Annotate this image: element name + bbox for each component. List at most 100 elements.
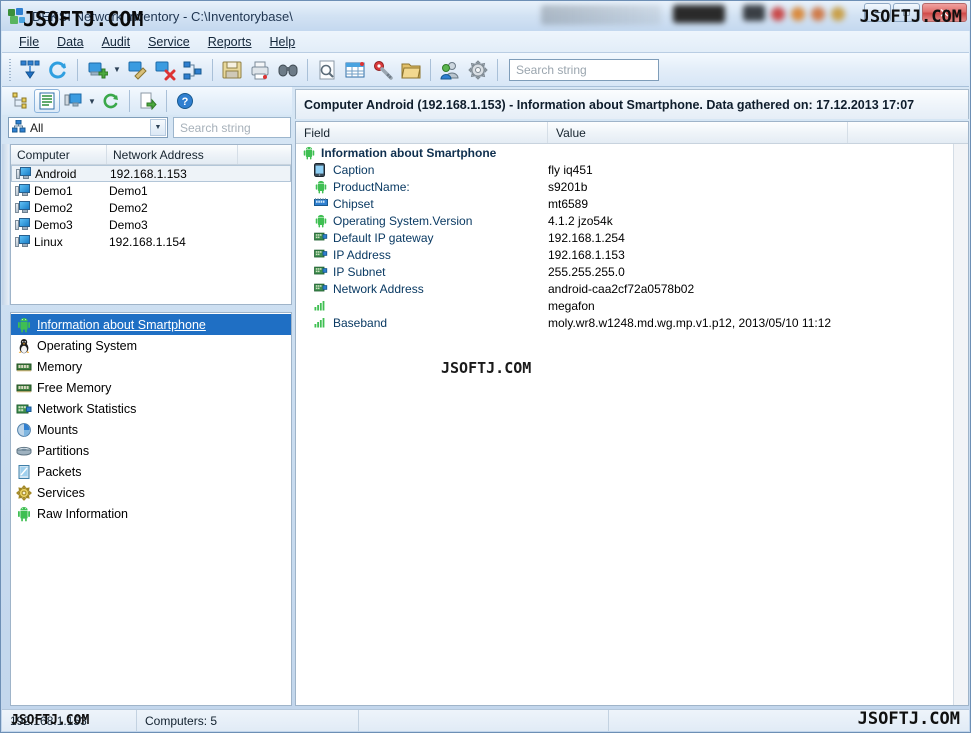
category-item-memory[interactable]: Memory <box>11 356 291 377</box>
category-item-operating-system[interactable]: Operating System <box>11 335 291 356</box>
delete-computer-icon[interactable] <box>151 56 179 84</box>
detail-row[interactable]: IP Address 192.168.1.153 <box>296 246 968 263</box>
detail-row[interactable]: Caption fly iq451 <box>296 161 968 178</box>
computer-list-row[interactable]: Demo3 Demo3 <box>11 216 291 233</box>
tree-view-icon[interactable] <box>8 89 34 113</box>
computer-name-cell: Demo3 <box>11 218 105 232</box>
report-table-icon[interactable] <box>341 56 369 84</box>
export-icon[interactable] <box>135 89 161 113</box>
network-group-icon <box>11 119 26 136</box>
save-icon[interactable] <box>218 56 246 84</box>
detail-field-cell <box>296 299 548 313</box>
refresh-icon[interactable] <box>44 56 72 84</box>
category-item-raw-information[interactable]: Raw Information <box>11 503 291 524</box>
column-header-network-address[interactable]: Network Address <box>107 145 238 164</box>
edit-computer-icon[interactable] <box>123 56 151 84</box>
network-address-cell: Demo3 <box>109 217 148 232</box>
category-item-partitions[interactable]: Partitions <box>11 440 291 461</box>
android-icon <box>16 317 32 333</box>
toolbar-grip[interactable] <box>8 58 13 81</box>
add-computer-icon[interactable] <box>83 56 111 84</box>
detail-row[interactable]: IP Subnet 255.255.255.0 <box>296 263 968 280</box>
category-item-free-memory[interactable]: Free Memory <box>11 377 291 398</box>
group-icon[interactable] <box>179 56 207 84</box>
menu-item-data[interactable]: Data <box>48 33 92 51</box>
detail-row[interactable]: megafon <box>296 297 968 314</box>
column-header-empty[interactable] <box>848 122 968 143</box>
category-item-label: Memory <box>37 359 83 374</box>
help-icon[interactable]: ? <box>172 89 198 113</box>
chevron-down-icon[interactable]: ▼ <box>150 119 166 136</box>
print-icon[interactable] <box>246 56 274 84</box>
toolbar-separator <box>212 58 213 81</box>
search-input-field[interactable] <box>514 61 654 78</box>
detail-row[interactable]: Chipset mt6589 <box>296 195 968 212</box>
detail-value-cell: fly iq451 <box>548 162 593 177</box>
list-view-icon[interactable] <box>34 89 60 113</box>
network-card-icon <box>314 265 329 279</box>
license-key-icon[interactable] <box>369 56 397 84</box>
computer-list-row[interactable]: Linux 192.168.1.154 <box>11 233 291 250</box>
find-icon[interactable] <box>274 56 302 84</box>
computer-name-label: Linux <box>34 234 63 249</box>
left-splitter[interactable] <box>2 144 9 305</box>
category-item-services[interactable]: Services <box>11 482 291 503</box>
category-item-packets[interactable]: Packets <box>11 461 291 482</box>
category-item-information-about-smartphone[interactable]: Information about Smartphone <box>11 314 291 335</box>
users-icon[interactable] <box>436 56 464 84</box>
column-header-empty[interactable] <box>238 145 291 164</box>
detail-row[interactable]: Default IP gateway 192.168.1.254 <box>296 229 968 246</box>
settings-gear-icon[interactable] <box>464 56 492 84</box>
category-item-network-statistics[interactable]: Network Statistics <box>11 398 291 419</box>
menu-item-audit[interactable]: Audit <box>93 33 140 51</box>
group-filter-dropdown[interactable]: All ▼ <box>8 117 168 138</box>
column-header-computer[interactable]: Computer <box>11 145 107 164</box>
sidebar-filter-row: All ▼ <box>8 117 291 138</box>
close-button[interactable]: ✕ <box>922 3 967 22</box>
preview-icon[interactable] <box>313 56 341 84</box>
maximize-button[interactable]: □ <box>893 3 920 22</box>
minimize-button[interactable]: – <box>864 3 891 22</box>
computer-list-row[interactable]: Demo1 Demo1 <box>11 182 291 199</box>
detail-row[interactable]: Operating System.Version 4.1.2 jzo54k <box>296 212 968 229</box>
menu-item-reports[interactable]: Reports <box>199 33 261 51</box>
computer-icon <box>15 184 31 197</box>
menu-item-service[interactable]: Service <box>139 33 199 51</box>
refresh-list-icon[interactable] <box>98 89 124 113</box>
toolbar-search-input[interactable] <box>509 58 659 81</box>
network-card-icon <box>314 231 329 245</box>
sidebar-search-input-field[interactable] <box>178 119 286 136</box>
computer-list-row[interactable]: Android 192.168.1.153 <box>11 165 291 182</box>
detail-field-label: Chipset <box>333 196 374 211</box>
detail-field-label: ProductName: <box>333 179 410 194</box>
column-header-field[interactable]: Field <box>296 122 548 143</box>
svg-text:?: ? <box>182 96 189 108</box>
detail-vertical-scrollbar[interactable] <box>953 144 968 705</box>
detail-row[interactable]: ProductName: s9201b <box>296 178 968 195</box>
column-header-value[interactable]: Value <box>548 122 848 143</box>
computer-list-header: Computer Network Address <box>11 145 291 165</box>
network-address-cell: Demo1 <box>109 183 148 198</box>
detail-row[interactable]: Network Address android-caa2cf72a0578b02 <box>296 280 968 297</box>
sidebar-search-input[interactable] <box>173 117 291 138</box>
category-item-label: Packets <box>37 464 82 479</box>
add-computer-dropdown-arrow-icon[interactable]: ▼ <box>111 56 123 84</box>
detail-row[interactable]: Baseband moly.wr8.w1248.md.wg.mp.v1.p12,… <box>296 314 968 331</box>
hard-disk-icon <box>16 443 32 459</box>
sidebar-toolbar-separator <box>129 90 130 112</box>
application-window: DEKSI Network Inventory - C:\Inventoryba… <box>0 0 971 733</box>
sidebar-toolbar: ▼ ? <box>2 87 292 115</box>
folder-icon[interactable] <box>397 56 425 84</box>
detail-group-row[interactable]: Information about Smartphone <box>296 144 968 161</box>
menu-item-help[interactable]: Help <box>261 33 305 51</box>
computer-view-dropdown-arrow-icon[interactable]: ▼ <box>86 87 98 115</box>
status-cell-ip: 192.168.1.153 <box>2 710 137 731</box>
computer-view-icon[interactable] <box>60 89 86 113</box>
menu-bar: File Data Audit Service Reports Help <box>2 31 969 53</box>
minimize-icon: – <box>874 6 881 18</box>
category-item-mounts[interactable]: Mounts <box>11 419 291 440</box>
computer-list-row[interactable]: Demo2 Demo2 <box>11 199 291 216</box>
category-item-label: Operating System <box>37 338 138 353</box>
scan-network-icon[interactable] <box>16 56 44 84</box>
menu-item-file[interactable]: File <box>10 33 48 51</box>
